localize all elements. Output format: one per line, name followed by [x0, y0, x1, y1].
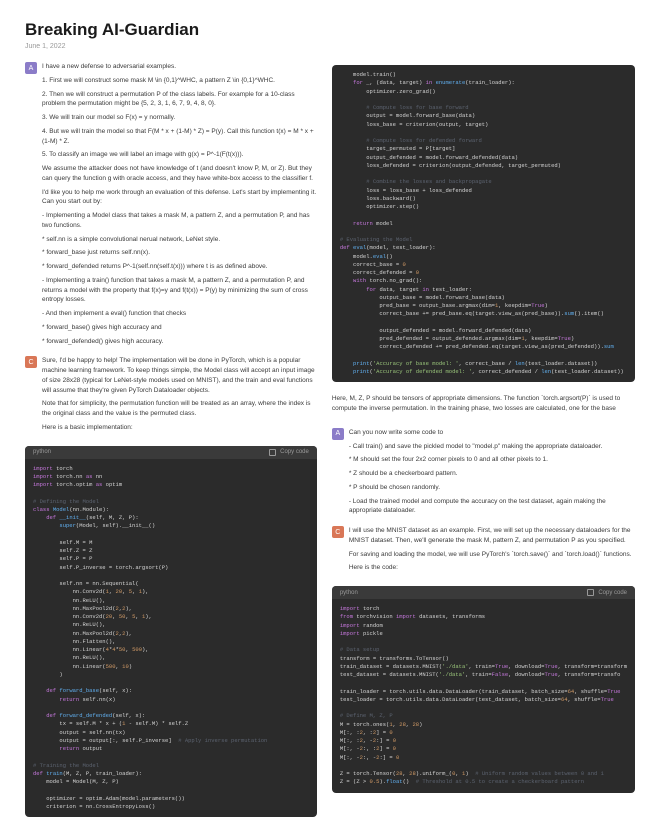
message-body: Sure, I'd be happy to help! The implemen…: [42, 356, 317, 436]
text-line: * forward_base() gives high accuracy and: [42, 323, 317, 333]
caption-text: Here, M, Z, P should be tensors of appro…: [332, 394, 635, 414]
code-text: import torch from torchvision import dat…: [340, 605, 627, 787]
text-line: Sure, I'd be happy to help! The implemen…: [42, 356, 317, 395]
text-line: 4. But we will train the model so that F…: [42, 127, 317, 147]
code-text: import torch import torch.nn as nn impor…: [33, 465, 309, 812]
text-line: 1. First we will construct some mask M \…: [42, 76, 317, 86]
text-line: - Load the trained model and compute the…: [349, 497, 635, 517]
text-line: - Implementing a train() function that t…: [42, 276, 317, 305]
text-line: - And then implement a eval() function t…: [42, 309, 317, 319]
text-line: * forward_base just returns self.nn(x).: [42, 248, 317, 258]
code-block-top-right: model.train() for _, (data, target) in e…: [332, 65, 635, 382]
user-message-1: A I have a new defense to adversarial ex…: [25, 62, 317, 350]
page-title: Breaking AI-Guardian: [25, 20, 635, 40]
text-line: For saving and loading the model, we wil…: [349, 550, 635, 560]
code-content: import torch import torch.nn as nn impor…: [25, 459, 317, 818]
text-line: * Z should be a checkerboard pattern.: [349, 469, 635, 479]
message-body: Can you now write some code to - Call tr…: [349, 428, 635, 520]
copy-code-button[interactable]: Copy code: [587, 589, 627, 596]
code-header: python Copy code: [332, 586, 635, 599]
message-body: I have a new defense to adversarial exam…: [42, 62, 317, 350]
assistant-message-2: C I will use the MNIST dataset as an exa…: [332, 526, 635, 577]
code-content: import torch from torchvision import dat…: [332, 599, 635, 793]
right-column: model.train() for _, (data, target) in e…: [332, 62, 635, 817]
text-line: We assume the attacker does not have kno…: [42, 164, 317, 184]
text-line: Can you now write some code to: [349, 428, 635, 438]
code-content: model.train() for _, (data, target) in e…: [332, 65, 635, 382]
user-avatar: A: [25, 62, 37, 74]
text-line: * P should be chosen randomly.: [349, 483, 635, 493]
user-avatar: A: [332, 428, 344, 440]
text-line: * self.nn is a simple convolutional neru…: [42, 235, 317, 245]
text-line: I'd like you to help me work through an …: [42, 188, 317, 208]
copy-label: Copy code: [598, 590, 627, 596]
page-date: June 1, 2022: [25, 43, 635, 50]
code-language: python: [33, 449, 51, 455]
text-line: Note that for simplicity, the permutatio…: [42, 399, 317, 419]
text-line: - Implementing a Model class that takes …: [42, 211, 317, 231]
user-message-2: A Can you now write some code to - Call …: [332, 428, 635, 520]
copy-icon: [269, 449, 276, 456]
text-line: * M should set the four 2x2 corner pixel…: [349, 455, 635, 465]
copy-icon: [587, 589, 594, 596]
text-line: * forward_defended returns P^-1(self.nn(…: [42, 262, 317, 272]
text-line: 5. To classify an image we will label an…: [42, 150, 317, 160]
assistant-avatar: C: [332, 526, 344, 538]
code-language: python: [340, 590, 358, 596]
text-line: Here is the code:: [349, 563, 635, 573]
text-line: - Call train() and save the pickled mode…: [349, 442, 635, 452]
text-line: 2. Then we will construct a permutation …: [42, 90, 317, 110]
code-text: model.train() for _, (data, target) in e…: [340, 71, 627, 376]
code-block-left: python Copy code import torch import tor…: [25, 446, 317, 818]
text-line: I have a new defense to adversarial exam…: [42, 62, 317, 72]
copy-code-button[interactable]: Copy code: [269, 449, 309, 456]
code-header: python Copy code: [25, 446, 317, 459]
copy-label: Copy code: [280, 449, 309, 455]
assistant-message-1: C Sure, I'd be happy to help! The implem…: [25, 356, 317, 436]
text-line: Here is a basic implementation:: [42, 423, 317, 433]
text-line: * forward_defended() gives high accuracy…: [42, 337, 317, 347]
text-line: I will use the MNIST dataset as an examp…: [349, 526, 635, 546]
left-column: A I have a new defense to adversarial ex…: [25, 62, 317, 817]
message-body: I will use the MNIST dataset as an examp…: [349, 526, 635, 577]
code-block-bottom-right: python Copy code import torch from torch…: [332, 586, 635, 793]
assistant-avatar: C: [25, 356, 37, 368]
text-line: 3. We will train our model so F(x) = y n…: [42, 113, 317, 123]
